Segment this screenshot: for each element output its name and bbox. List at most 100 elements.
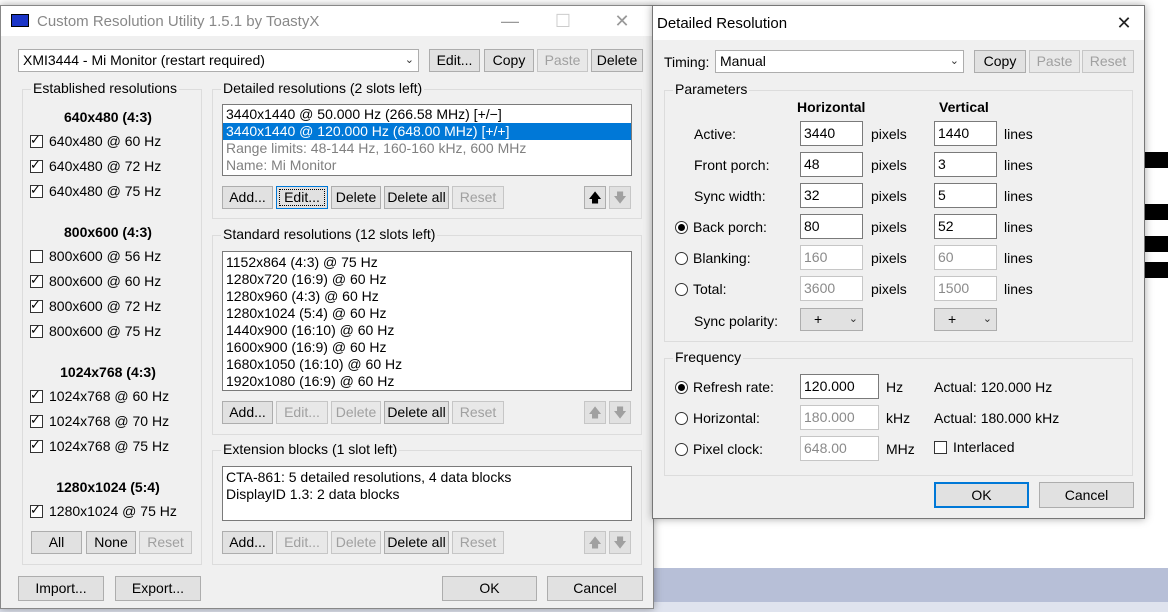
move-down-icon[interactable]: 🡇 [609, 186, 631, 209]
checkbox-box: ✓ [30, 322, 43, 338]
timing-copy-button[interactable]: Copy [974, 50, 1026, 73]
list-item[interactable]: 1680x1050 (16:10) @ 60 Hz [223, 356, 631, 373]
frequency-value-field[interactable]: 180.000 [800, 405, 879, 430]
move-up-icon[interactable]: 🡅 [584, 186, 606, 209]
main-ok-button[interactable]: OK [442, 576, 537, 601]
timing-select[interactable]: Manual ⌄ [715, 50, 964, 73]
list-item[interactable]: 1440x900 (16:10) @ 60 Hz [223, 322, 631, 339]
move-down-icon[interactable]: 🡇 [609, 531, 631, 554]
horizontal-value-field[interactable]: 48 [800, 152, 863, 177]
main-cancel-button[interactable]: Cancel [547, 576, 643, 601]
dialog-title-bar[interactable]: Detailed Resolution ✕ [653, 6, 1144, 40]
frequency-value-field[interactable]: 120.000 [800, 374, 879, 399]
list-item[interactable]: 1920x1080 (16:9) @ 60 Hz [223, 373, 631, 390]
move-down-icon[interactable]: 🡇 [609, 401, 631, 424]
horizontal-value-field[interactable]: 160 [800, 245, 863, 270]
extension-blocks-list[interactable]: CTA-861: 5 detailed resolutions, 4 data … [222, 466, 632, 521]
vertical-value-field[interactable]: 3 [934, 152, 997, 177]
parameter-radio[interactable]: Back porch: [675, 219, 767, 235]
vertical-value-field[interactable]: 60 [934, 245, 997, 270]
parameter-radio[interactable]: Total: [675, 281, 726, 297]
horizontal-value-field[interactable]: 80 [800, 214, 863, 239]
extension-add-button[interactable]: Add... [222, 531, 273, 554]
resolution-checkbox[interactable]: ✓ 640x480 @ 72 Hz [30, 157, 161, 175]
main-title-bar[interactable]: Custom Resolution Utility 1.5.1 by Toast… [1, 6, 653, 36]
list-item[interactable]: CTA-861: 5 detailed resolutions, 4 data … [223, 469, 631, 486]
timing-paste-button[interactable]: Paste [1029, 50, 1080, 73]
extension-delete-button[interactable]: Delete [331, 531, 381, 554]
detailed-resolutions-list[interactable]: 3440x1440 @ 50.000 Hz (266.58 MHz) [+/−]… [222, 104, 632, 176]
vertical-value-field[interactable]: 52 [934, 214, 997, 239]
frequency-radio[interactable]: Pixel clock: [675, 441, 763, 457]
monitor-select[interactable]: XMI3444 - Mi Monitor (restart required) … [18, 49, 419, 72]
extension-edit-button[interactable]: Edit... [276, 531, 328, 554]
parameter-radio[interactable]: Blanking: [675, 250, 751, 266]
standard-delete-button[interactable]: Delete [331, 401, 381, 424]
export-button[interactable]: Export... [115, 576, 201, 601]
frequency-value-field[interactable]: 648.00 [800, 436, 879, 461]
import-button[interactable]: Import... [18, 576, 104, 601]
standard-add-button[interactable]: Add... [222, 401, 273, 424]
paste-monitor-button[interactable]: Paste [537, 49, 588, 72]
list-item[interactable]: Name: Mi Monitor [223, 157, 631, 174]
resolution-checkbox[interactable]: ✓ 1024x768 @ 75 Hz [30, 437, 169, 455]
select-none-button[interactable]: None [86, 531, 136, 554]
list-item[interactable]: DisplayID 1.3: 2 data blocks [223, 486, 631, 503]
horizontal-value-field[interactable]: 32 [800, 183, 863, 208]
list-item[interactable]: 1280x1024 (5:4) @ 60 Hz [223, 305, 631, 322]
detailed-edit-button[interactable]: Edit... [276, 186, 328, 209]
close-icon[interactable]: ✕ [1109, 12, 1139, 34]
vertical-value-field[interactable]: 5 [934, 183, 997, 208]
standard-edit-button[interactable]: Edit... [276, 401, 328, 424]
list-item[interactable]: 1152x864 (4:3) @ 75 Hz [223, 254, 631, 271]
horizontal-value-field[interactable]: 3440 [800, 121, 863, 146]
vertical-value-field[interactable]: 1440 [934, 121, 997, 146]
standard-reset-button[interactable]: Reset [452, 401, 504, 424]
resolution-checkbox[interactable]: ✓ 1024x768 @ 60 Hz [30, 387, 169, 405]
select-all-button[interactable]: All [31, 531, 82, 554]
detailed-delete-all-button[interactable]: Delete all [384, 186, 449, 209]
list-item[interactable]: 3440x1440 @ 50.000 Hz (266.58 MHz) [+/−] [223, 106, 631, 123]
move-up-icon[interactable]: 🡅 [584, 531, 606, 554]
edit-monitor-button[interactable]: Edit... [429, 49, 480, 72]
vertical-value-field[interactable]: 1500 [934, 276, 997, 301]
dialog-ok-button[interactable]: OK [934, 482, 1029, 508]
list-item[interactable]: 1280x960 (4:3) @ 60 Hz [223, 288, 631, 305]
timing-reset-button[interactable]: Reset [1082, 50, 1134, 73]
list-item[interactable]: 3440x1440 @ 120.000 Hz (648.00 MHz) [+/+… [223, 123, 631, 140]
resolution-checkbox[interactable]: ✓ 800x600 @ 60 Hz [30, 272, 161, 290]
standard-resolutions-list[interactable]: 1152x864 (4:3) @ 75 Hz 1280x720 (16:9) @ … [222, 251, 632, 391]
close-icon[interactable]: ✕ [607, 10, 637, 32]
resolution-checkbox[interactable]: ✓ 1024x768 @ 70 Hz [30, 412, 169, 430]
delete-monitor-button[interactable]: Delete [591, 49, 643, 72]
chevron-down-icon: ⌄ [982, 313, 992, 325]
resolution-checkbox[interactable]: ✓ 800x600 @ 72 Hz [30, 297, 161, 315]
sync-polarity-horizontal-select[interactable]: + ⌄ [800, 308, 863, 331]
standard-delete-all-button[interactable]: Delete all [384, 401, 449, 424]
interlaced-checkbox[interactable]: Interlaced [934, 438, 1014, 456]
list-item[interactable]: Range limits: 48-144 Hz, 160-160 kHz, 60… [223, 140, 631, 157]
minimize-icon[interactable]: — [495, 10, 525, 32]
frequency-radio[interactable]: Horizontal: [675, 410, 760, 426]
move-up-icon[interactable]: 🡅 [584, 401, 606, 424]
resolution-checkbox[interactable]: ✓ 640x480 @ 75 Hz [30, 182, 161, 200]
resolution-checkbox[interactable]: ✓ 1280x1024 @ 75 Hz [30, 502, 177, 520]
extension-delete-all-button[interactable]: Delete all [384, 531, 449, 554]
copy-monitor-button[interactable]: Copy [484, 49, 534, 72]
horizontal-value-field[interactable]: 3600 [800, 276, 863, 301]
detailed-add-button[interactable]: Add... [222, 186, 273, 209]
list-item[interactable]: 1600x900 (16:9) @ 60 Hz [223, 339, 631, 356]
frequency-unit-label: MHz [886, 441, 915, 457]
extension-reset-button[interactable]: Reset [452, 531, 504, 554]
established-reset-button[interactable]: Reset [139, 531, 192, 554]
dialog-cancel-button[interactable]: Cancel [1039, 482, 1134, 508]
resolution-checkbox[interactable]: 800x600 @ 56 Hz [30, 247, 161, 265]
detailed-delete-button[interactable]: Delete [331, 186, 381, 209]
resolution-checkbox[interactable]: ✓ 800x600 @ 75 Hz [30, 322, 161, 340]
sync-polarity-vertical-select[interactable]: + ⌄ [934, 308, 997, 331]
list-item[interactable]: 1280x720 (16:9) @ 60 Hz [223, 271, 631, 288]
detailed-reset-button[interactable]: Reset [452, 186, 504, 209]
resolution-checkbox[interactable]: ✓ 640x480 @ 60 Hz [30, 132, 161, 150]
maximize-icon[interactable]: ☐ [548, 10, 578, 32]
frequency-radio[interactable]: Refresh rate: [675, 379, 774, 395]
